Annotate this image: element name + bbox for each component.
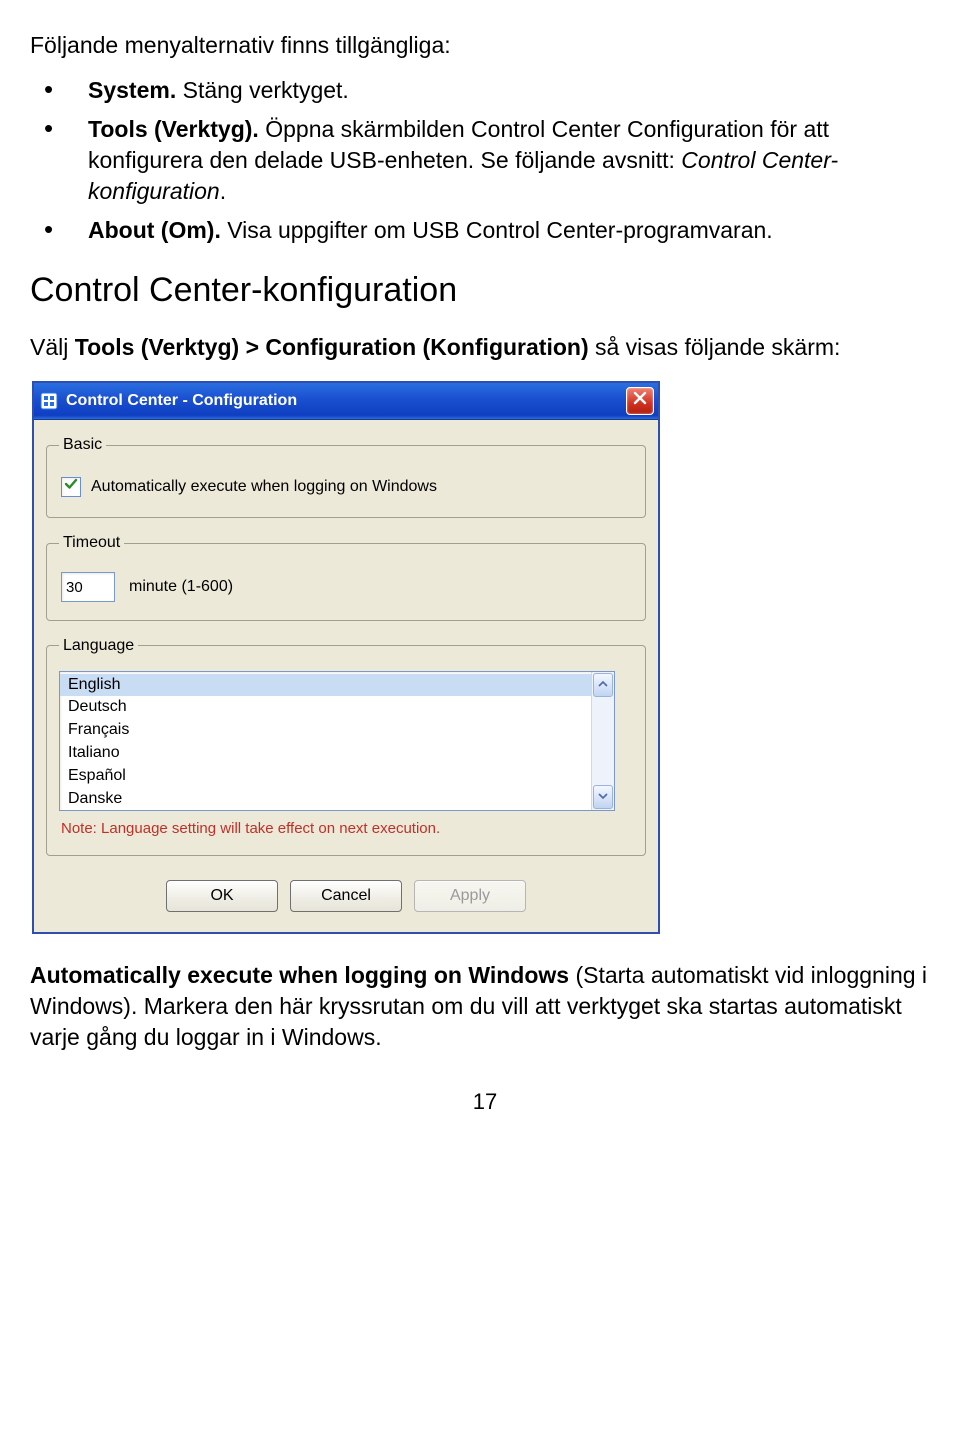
after-paragraph: Automatically execute when logging on Wi… [30,960,940,1053]
auto-execute-checkbox[interactable] [61,477,81,497]
cancel-button[interactable]: Cancel [290,880,402,912]
bullet-text-after: . [220,178,226,204]
language-list-contents: English Deutsch Français Italiano Españo… [60,672,591,810]
configuration-dialog: Control Center - Configuration Basic Aut… [32,381,660,934]
para-after: så visas följande skärm: [589,334,841,360]
bullet-bold: Tools (Verktyg). [88,116,259,142]
dialog-button-row: OK Cancel Apply [46,870,646,926]
timeout-input[interactable] [61,572,115,602]
list-item[interactable]: Deutsch [60,696,591,719]
bullet-item-about: About (Om). Visa uppgifter om USB Contro… [30,215,940,246]
menu-bullet-list: System. Stäng verktyget. Tools (Verktyg)… [30,75,940,246]
language-note: Note: Language setting will take effect … [59,811,633,841]
list-item[interactable]: Danske [60,788,591,810]
section-heading: Control Center-konfiguration [30,268,940,314]
legend-timeout: Timeout [59,532,124,554]
check-icon [64,476,78,498]
timeout-suffix: minute (1-600) [129,576,233,598]
list-item[interactable]: Français [60,719,591,742]
bullet-bold: About (Om). [88,217,221,243]
scroll-down-button[interactable] [593,785,613,809]
instruction-paragraph: Välj Tools (Verktyg) > Configuration (Ko… [30,332,940,363]
dialog-titlebar[interactable]: Control Center - Configuration [34,383,658,420]
close-icon [633,390,647,412]
language-listbox[interactable]: English Deutsch Français Italiano Españo… [59,671,615,811]
list-item[interactable]: English [60,674,591,697]
close-button[interactable] [626,387,654,415]
after-bold: Automatically execute when logging on Wi… [30,962,569,988]
chevron-down-icon [598,786,608,808]
chevron-up-icon [598,674,608,696]
group-basic: Basic Automatically execute when logging… [46,434,646,518]
intro-text: Följande menyalternativ finns tillgängli… [30,30,940,61]
legend-language: Language [59,635,138,657]
list-item[interactable]: Italiano [60,742,591,765]
scroll-up-button[interactable] [593,673,613,697]
bullet-text: Visa uppgifter om USB Control Center-pro… [221,217,773,243]
group-timeout: Timeout minute (1-600) [46,532,646,621]
dialog-title: Control Center - Configuration [66,390,297,412]
bullet-item-system: System. Stäng verktyget. [30,75,940,106]
auto-execute-label: Automatically execute when logging on Wi… [91,476,437,498]
app-icon [40,392,58,410]
page-number: 17 [30,1087,940,1117]
bullet-item-tools: Tools (Verktyg). Öppna skärmbilden Contr… [30,114,940,207]
ok-button[interactable]: OK [166,880,278,912]
para-bold: Tools (Verktyg) > Configuration (Konfigu… [75,334,589,360]
scroll-track[interactable] [592,698,614,784]
para-before: Välj [30,334,75,360]
bullet-text: Stäng verktyget. [176,77,349,103]
bullet-bold: System. [88,77,176,103]
group-language: Language English Deutsch Français Italia… [46,635,646,856]
legend-basic: Basic [59,434,106,456]
apply-button[interactable]: Apply [414,880,526,912]
scrollbar[interactable] [591,672,614,810]
list-item[interactable]: Español [60,765,591,788]
